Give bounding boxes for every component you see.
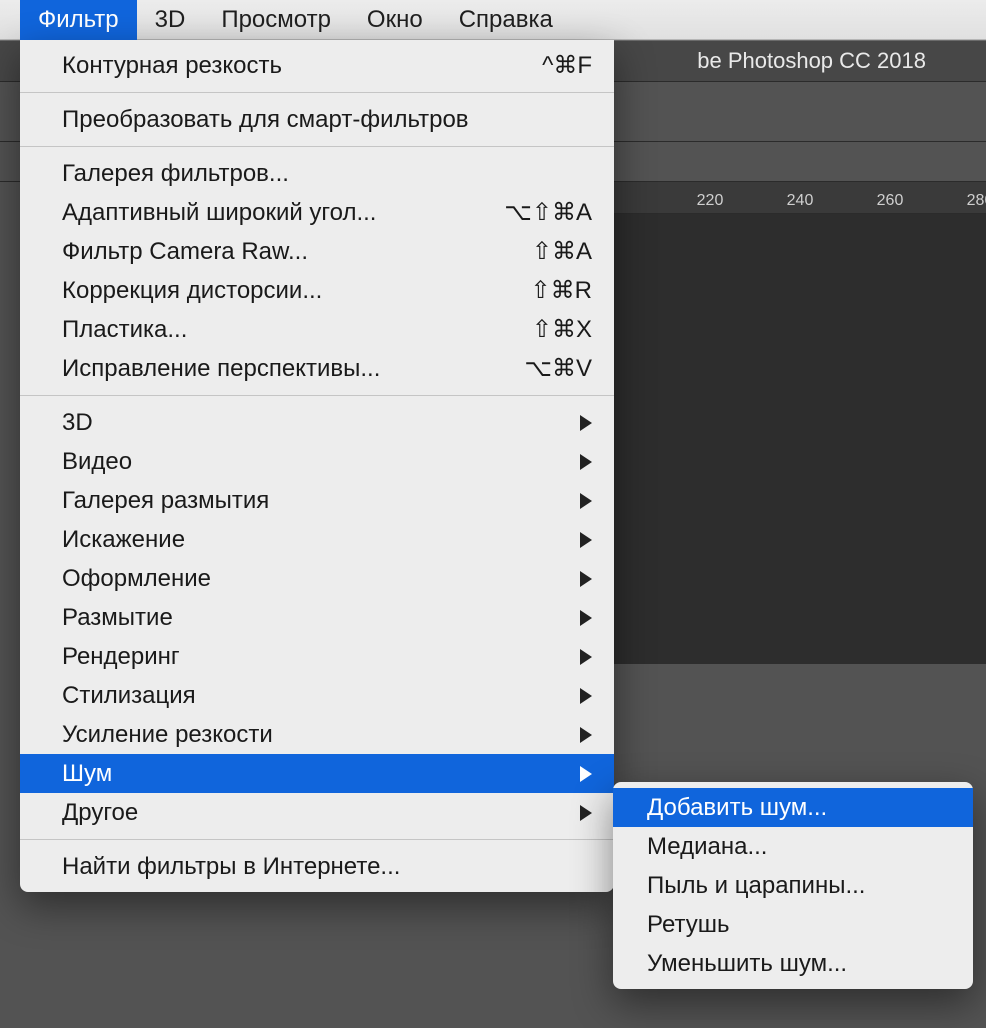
menu-separator [20, 839, 614, 840]
menu-item-blur[interactable]: Размытие [20, 598, 614, 637]
menu-view[interactable]: Просмотр [203, 0, 349, 40]
menu-item-render[interactable]: Рендеринг [20, 637, 614, 676]
menu-item-label: Усиление резкости [62, 721, 572, 749]
menu-item-label: Рендеринг [62, 643, 572, 671]
menu-item-camera-raw[interactable]: Фильтр Camera Raw... ⇧⌘A [20, 232, 614, 271]
window-title: be Photoshop CC 2018 [697, 48, 926, 74]
menu-item-vanishing-point[interactable]: Исправление перспективы... ⌥⌘V [20, 349, 614, 388]
menu-item-adaptive-wide[interactable]: Адаптивный широкий угол... ⌥⇧⌘A [20, 193, 614, 232]
menu-help[interactable]: Справка [441, 0, 571, 40]
menu-item-shortcut: ⇧⌘R [531, 276, 592, 305]
menu-item-shortcut: ^⌘F [542, 51, 592, 80]
menu-item-label: 3D [62, 409, 572, 437]
menu-item-label: Стилизация [62, 682, 572, 710]
menu-item-shortcut: ⇧⌘A [532, 237, 592, 266]
menu-item-label: Шум [62, 760, 572, 788]
menu-item-video[interactable]: Видео [20, 442, 614, 481]
menu-item-pixelate[interactable]: Оформление [20, 559, 614, 598]
submenu-item-reduce-noise[interactable]: Уменьшить шум... [613, 944, 973, 983]
ruler-tick-240: 240 [787, 192, 814, 210]
menu-item-label: Галерея размытия [62, 487, 572, 515]
menu-item-stylize[interactable]: Стилизация [20, 676, 614, 715]
menu-item-convert-smart[interactable]: Преобразовать для смарт-фильтров [20, 100, 614, 139]
submenu-item-label: Уменьшить шум... [647, 950, 847, 978]
submenu-arrow-icon [580, 532, 592, 548]
menu-item-filter-gallery[interactable]: Галерея фильтров... [20, 154, 614, 193]
menu-item-label: Адаптивный широкий угол... [62, 199, 504, 227]
menu-item-label: Преобразовать для смарт-фильтров [62, 106, 592, 134]
menu-item-shortcut: ⇧⌘X [532, 315, 592, 344]
menu-item-label: Контурная резкость [62, 52, 542, 80]
menu-item-label: Пластика... [62, 316, 532, 344]
submenu-arrow-icon [580, 493, 592, 509]
menu-item-find-filters-online[interactable]: Найти фильтры в Интернете... [20, 847, 614, 886]
menu-item-sharpen[interactable]: Усиление резкости [20, 715, 614, 754]
submenu-item-label: Добавить шум... [647, 794, 827, 822]
menu-item-liquify[interactable]: Пластика... ⇧⌘X [20, 310, 614, 349]
noise-submenu[interactable]: Добавить шум... Медиана... Пыль и царапи… [613, 782, 973, 989]
menu-item-lens-correction[interactable]: Коррекция дисторсии... ⇧⌘R [20, 271, 614, 310]
menubar[interactable]: Фильтр 3D Просмотр Окно Справка [0, 0, 986, 40]
menu-item-blur-gallery[interactable]: Галерея размытия [20, 481, 614, 520]
submenu-item-median[interactable]: Медиана... [613, 827, 973, 866]
menu-item-label: Размытие [62, 604, 572, 632]
submenu-item-dust-scratches[interactable]: Пыль и царапины... [613, 866, 973, 905]
menu-3d[interactable]: 3D [137, 0, 204, 40]
submenu-arrow-icon [580, 727, 592, 743]
ruler-tick-220: 220 [697, 192, 724, 210]
submenu-item-label: Пыль и царапины... [647, 872, 865, 900]
menu-item-label: Другое [62, 799, 572, 827]
submenu-item-label: Ретушь [647, 911, 730, 939]
menu-item-label: Галерея фильтров... [62, 160, 592, 188]
submenu-arrow-icon [580, 766, 592, 782]
menu-item-other[interactable]: Другое [20, 793, 614, 832]
menu-filter[interactable]: Фильтр [20, 0, 137, 40]
submenu-arrow-icon [580, 415, 592, 431]
ruler-tick-260: 260 [877, 192, 904, 210]
submenu-item-label: Медиана... [647, 833, 767, 861]
submenu-arrow-icon [580, 610, 592, 626]
menu-item-shortcut: ⌥⇧⌘A [504, 198, 592, 227]
submenu-arrow-icon [580, 649, 592, 665]
menu-item-last-filter[interactable]: Контурная резкость ^⌘F [20, 46, 614, 85]
submenu-item-add-noise[interactable]: Добавить шум... [613, 788, 973, 827]
menu-item-shortcut: ⌥⌘V [524, 354, 592, 383]
submenu-arrow-icon [580, 454, 592, 470]
submenu-item-despeckle[interactable]: Ретушь [613, 905, 973, 944]
menu-item-noise[interactable]: Шум [20, 754, 614, 793]
menu-item-label: Коррекция дисторсии... [62, 277, 531, 305]
filter-dropdown[interactable]: Контурная резкость ^⌘F Преобразовать для… [20, 40, 614, 892]
menu-separator [20, 146, 614, 147]
submenu-arrow-icon [580, 571, 592, 587]
submenu-arrow-icon [580, 805, 592, 821]
menu-item-label: Оформление [62, 565, 572, 593]
menu-item-label: Искажение [62, 526, 572, 554]
menu-item-distort[interactable]: Искажение [20, 520, 614, 559]
menu-item-label: Исправление перспективы... [62, 355, 524, 383]
ruler-tick-280: 280 [967, 192, 986, 210]
menu-item-label: Найти фильтры в Интернете... [62, 853, 592, 881]
menu-separator [20, 395, 614, 396]
menu-window[interactable]: Окно [349, 0, 441, 40]
menu-item-3d[interactable]: 3D [20, 403, 614, 442]
menu-separator [20, 92, 614, 93]
menu-item-label: Видео [62, 448, 572, 476]
submenu-arrow-icon [580, 688, 592, 704]
menu-item-label: Фильтр Camera Raw... [62, 238, 532, 266]
